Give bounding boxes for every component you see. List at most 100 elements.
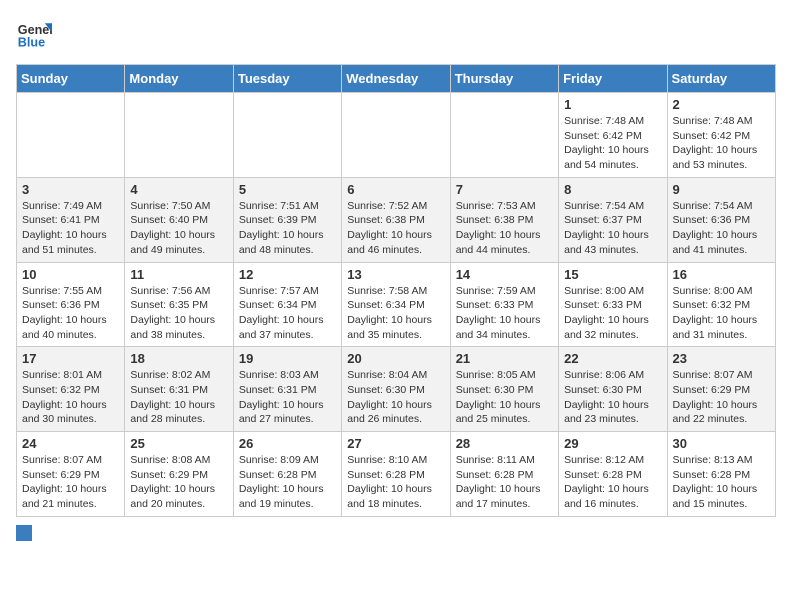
day-number: 16 bbox=[673, 267, 770, 282]
day-header: Tuesday bbox=[233, 65, 341, 93]
day-info: Sunrise: 8:07 AMSunset: 6:29 PMDaylight:… bbox=[22, 453, 119, 512]
day-header: Thursday bbox=[450, 65, 558, 93]
day-info: Sunrise: 8:11 AMSunset: 6:28 PMDaylight:… bbox=[456, 453, 553, 512]
day-info: Sunrise: 8:12 AMSunset: 6:28 PMDaylight:… bbox=[564, 453, 661, 512]
calendar-day-cell: 2 Sunrise: 7:48 AMSunset: 6:42 PMDaylight… bbox=[667, 93, 775, 178]
day-info: Sunrise: 8:08 AMSunset: 6:29 PMDaylight:… bbox=[130, 453, 227, 512]
svg-text:Blue: Blue bbox=[18, 36, 45, 50]
calendar-day-cell: 27 Sunrise: 8:10 AMSunset: 6:28 PMDayligh… bbox=[342, 432, 450, 517]
calendar-day-cell: 10 Sunrise: 7:55 AMSunset: 6:36 PMDayligh… bbox=[17, 262, 125, 347]
logo-icon: General Blue bbox=[16, 16, 52, 52]
day-number: 6 bbox=[347, 182, 444, 197]
calendar-day-cell: 11 Sunrise: 7:56 AMSunset: 6:35 PMDayligh… bbox=[125, 262, 233, 347]
day-info: Sunrise: 7:54 AMSunset: 6:36 PMDaylight:… bbox=[673, 199, 770, 258]
day-info: Sunrise: 7:59 AMSunset: 6:33 PMDaylight:… bbox=[456, 284, 553, 343]
calendar-day-cell: 25 Sunrise: 8:08 AMSunset: 6:29 PMDayligh… bbox=[125, 432, 233, 517]
calendar-day-cell: 6 Sunrise: 7:52 AMSunset: 6:38 PMDaylight… bbox=[342, 177, 450, 262]
day-number: 24 bbox=[22, 436, 119, 451]
day-info: Sunrise: 8:03 AMSunset: 6:31 PMDaylight:… bbox=[239, 368, 336, 427]
day-info: Sunrise: 8:00 AMSunset: 6:33 PMDaylight:… bbox=[564, 284, 661, 343]
day-info: Sunrise: 8:00 AMSunset: 6:32 PMDaylight:… bbox=[673, 284, 770, 343]
day-number: 3 bbox=[22, 182, 119, 197]
calendar-day-cell: 30Sunrise: 8:13 AMSunset: 6:28 PMDayligh… bbox=[667, 432, 775, 517]
day-info: Sunrise: 7:57 AMSunset: 6:34 PMDaylight:… bbox=[239, 284, 336, 343]
calendar-day-cell: 16 Sunrise: 8:00 AMSunset: 6:32 PMDayligh… bbox=[667, 262, 775, 347]
calendar-day-cell: 19Sunrise: 8:03 AMSunset: 6:31 PMDayligh… bbox=[233, 347, 341, 432]
day-number: 27 bbox=[347, 436, 444, 451]
day-number: 8 bbox=[564, 182, 661, 197]
calendar-day-cell: 22 Sunrise: 8:06 AMSunset: 6:30 PMDayligh… bbox=[559, 347, 667, 432]
day-info: Sunrise: 8:01 AMSunset: 6:32 PMDaylight:… bbox=[22, 368, 119, 427]
calendar-day-cell: 4 Sunrise: 7:50 AMSunset: 6:40 PMDaylight… bbox=[125, 177, 233, 262]
day-info: Sunrise: 7:51 AMSunset: 6:39 PMDaylight:… bbox=[239, 199, 336, 258]
day-number: 15 bbox=[564, 267, 661, 282]
calendar-day-cell: 1 Sunrise: 7:48 AMSunset: 6:42 PMDaylight… bbox=[559, 93, 667, 178]
day-number: 17 bbox=[22, 351, 119, 366]
calendar-day-cell: 29 Sunrise: 8:12 AMSunset: 6:28 PMDayligh… bbox=[559, 432, 667, 517]
calendar-table: SundayMondayTuesdayWednesdayThursdayFrid… bbox=[16, 64, 776, 517]
day-info: Sunrise: 8:06 AMSunset: 6:30 PMDaylight:… bbox=[564, 368, 661, 427]
calendar-day-cell bbox=[17, 93, 125, 178]
calendar-day-cell: 21Sunrise: 8:05 AMSunset: 6:30 PMDayligh… bbox=[450, 347, 558, 432]
day-info: Sunrise: 8:02 AMSunset: 6:31 PMDaylight:… bbox=[130, 368, 227, 427]
calendar-week-row: 1 Sunrise: 7:48 AMSunset: 6:42 PMDaylight… bbox=[17, 93, 776, 178]
day-header: Monday bbox=[125, 65, 233, 93]
day-number: 4 bbox=[130, 182, 227, 197]
day-number: 7 bbox=[456, 182, 553, 197]
day-number: 10 bbox=[22, 267, 119, 282]
day-header: Wednesday bbox=[342, 65, 450, 93]
day-info: Sunrise: 7:48 AMSunset: 6:42 PMDaylight:… bbox=[564, 114, 661, 173]
calendar-header-row: SundayMondayTuesdayWednesdayThursdayFrid… bbox=[17, 65, 776, 93]
calendar-day-cell: 9 Sunrise: 7:54 AMSunset: 6:36 PMDaylight… bbox=[667, 177, 775, 262]
day-number: 22 bbox=[564, 351, 661, 366]
calendar-week-row: 17 Sunrise: 8:01 AMSunset: 6:32 PMDayligh… bbox=[17, 347, 776, 432]
calendar-week-row: 24 Sunrise: 8:07 AMSunset: 6:29 PMDayligh… bbox=[17, 432, 776, 517]
day-number: 9 bbox=[673, 182, 770, 197]
day-info: Sunrise: 7:56 AMSunset: 6:35 PMDaylight:… bbox=[130, 284, 227, 343]
day-info: Sunrise: 7:55 AMSunset: 6:36 PMDaylight:… bbox=[22, 284, 119, 343]
calendar-day-cell: 17 Sunrise: 8:01 AMSunset: 6:32 PMDayligh… bbox=[17, 347, 125, 432]
day-number: 26 bbox=[239, 436, 336, 451]
day-number: 18 bbox=[130, 351, 227, 366]
legend-color-box bbox=[16, 525, 32, 541]
day-number: 29 bbox=[564, 436, 661, 451]
day-info: Sunrise: 8:04 AMSunset: 6:30 PMDaylight:… bbox=[347, 368, 444, 427]
day-number: 5 bbox=[239, 182, 336, 197]
calendar-day-cell: 18 Sunrise: 8:02 AMSunset: 6:31 PMDayligh… bbox=[125, 347, 233, 432]
day-info: Sunrise: 8:10 AMSunset: 6:28 PMDaylight:… bbox=[347, 453, 444, 512]
calendar-day-cell: 13 Sunrise: 7:58 AMSunset: 6:34 PMDayligh… bbox=[342, 262, 450, 347]
day-number: 25 bbox=[130, 436, 227, 451]
legend bbox=[16, 525, 776, 541]
calendar-day-cell: 14 Sunrise: 7:59 AMSunset: 6:33 PMDayligh… bbox=[450, 262, 558, 347]
day-number: 13 bbox=[347, 267, 444, 282]
calendar-week-row: 10 Sunrise: 7:55 AMSunset: 6:36 PMDayligh… bbox=[17, 262, 776, 347]
calendar-day-cell: 8 Sunrise: 7:54 AMSunset: 6:37 PMDaylight… bbox=[559, 177, 667, 262]
day-number: 2 bbox=[673, 97, 770, 112]
calendar-day-cell bbox=[450, 93, 558, 178]
day-info: Sunrise: 7:49 AMSunset: 6:41 PMDaylight:… bbox=[22, 199, 119, 258]
day-number: 12 bbox=[239, 267, 336, 282]
day-number: 14 bbox=[456, 267, 553, 282]
day-info: Sunrise: 7:50 AMSunset: 6:40 PMDaylight:… bbox=[130, 199, 227, 258]
day-info: Sunrise: 7:52 AMSunset: 6:38 PMDaylight:… bbox=[347, 199, 444, 258]
day-number: 11 bbox=[130, 267, 227, 282]
day-header: Friday bbox=[559, 65, 667, 93]
calendar-day-cell: 23 Sunrise: 8:07 AMSunset: 6:29 PMDayligh… bbox=[667, 347, 775, 432]
calendar-day-cell bbox=[342, 93, 450, 178]
day-info: Sunrise: 7:48 AMSunset: 6:42 PMDaylight:… bbox=[673, 114, 770, 173]
day-info: Sunrise: 7:54 AMSunset: 6:37 PMDaylight:… bbox=[564, 199, 661, 258]
day-header: Saturday bbox=[667, 65, 775, 93]
day-number: 1 bbox=[564, 97, 661, 112]
day-info: Sunrise: 8:09 AMSunset: 6:28 PMDaylight:… bbox=[239, 453, 336, 512]
calendar-day-cell: 15 Sunrise: 8:00 AMSunset: 6:33 PMDayligh… bbox=[559, 262, 667, 347]
day-number: 23 bbox=[673, 351, 770, 366]
day-number: 21 bbox=[456, 351, 553, 366]
day-info: Sunrise: 8:07 AMSunset: 6:29 PMDaylight:… bbox=[673, 368, 770, 427]
calendar-day-cell bbox=[233, 93, 341, 178]
day-info: Sunrise: 7:58 AMSunset: 6:34 PMDaylight:… bbox=[347, 284, 444, 343]
calendar-week-row: 3 Sunrise: 7:49 AMSunset: 6:41 PMDaylight… bbox=[17, 177, 776, 262]
calendar-day-cell: 20Sunrise: 8:04 AMSunset: 6:30 PMDayligh… bbox=[342, 347, 450, 432]
calendar-day-cell: 24 Sunrise: 8:07 AMSunset: 6:29 PMDayligh… bbox=[17, 432, 125, 517]
calendar-day-cell: 12 Sunrise: 7:57 AMSunset: 6:34 PMDayligh… bbox=[233, 262, 341, 347]
day-info: Sunrise: 7:53 AMSunset: 6:38 PMDaylight:… bbox=[456, 199, 553, 258]
